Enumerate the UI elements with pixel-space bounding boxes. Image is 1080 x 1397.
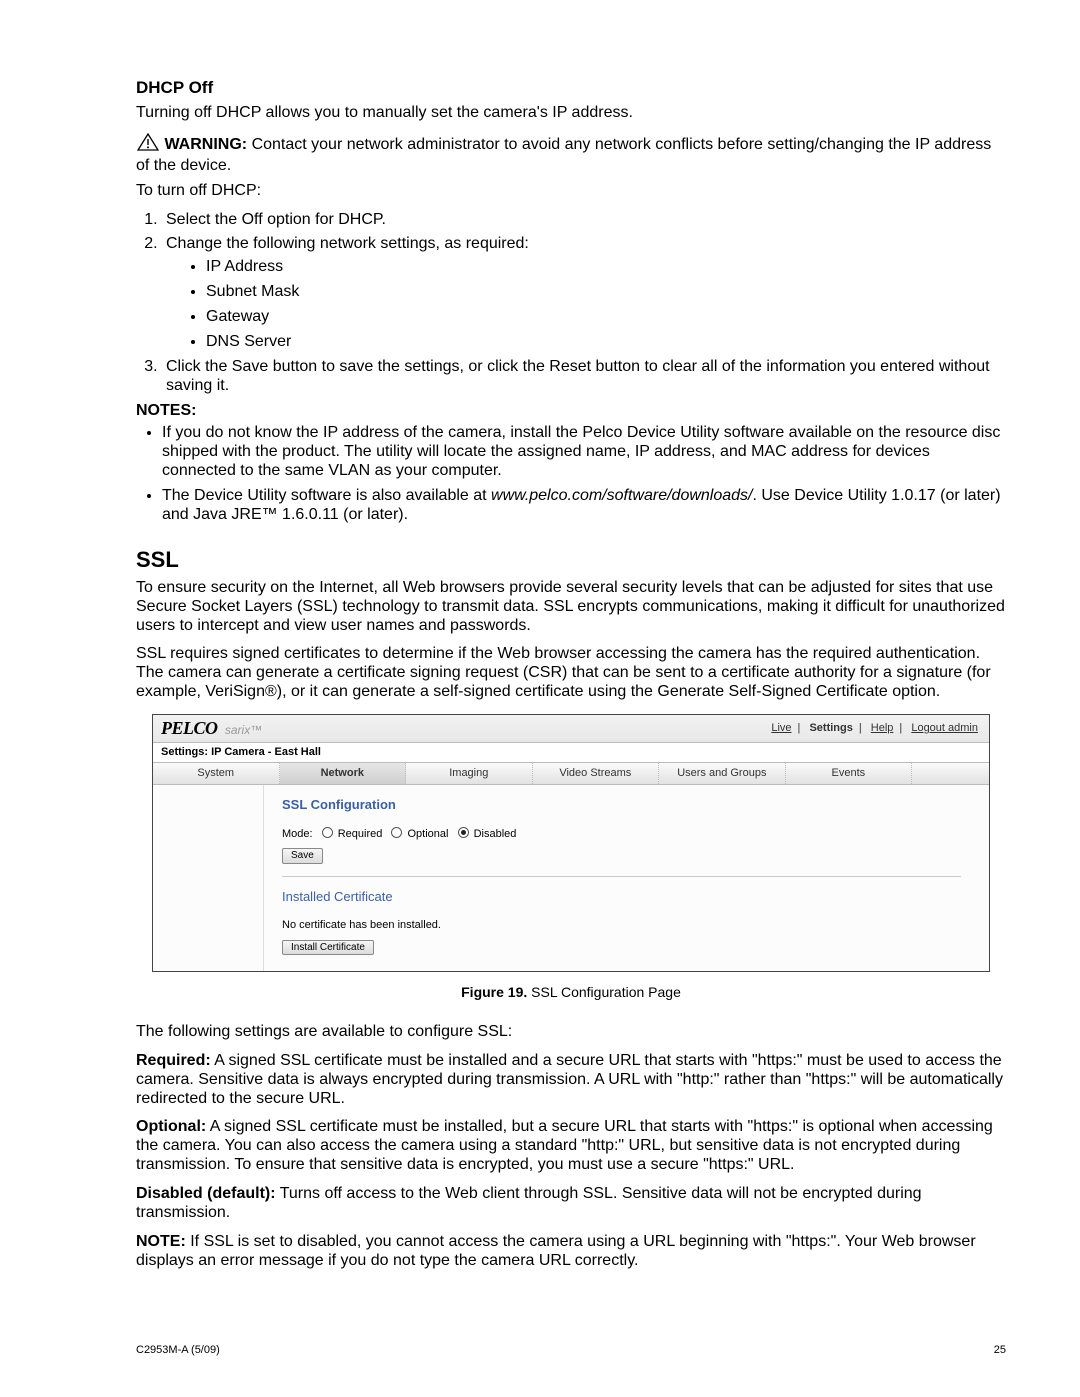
label-required: Required <box>338 828 383 840</box>
step-1: Select the Off option for DHCP. <box>162 211 1006 230</box>
step-2-dns: DNS Server <box>206 333 1006 352</box>
brand-pelco: PELCO <box>161 718 218 738</box>
step-2-subnet: Subnet Mask <box>206 283 1006 302</box>
ssl-p1: To ensure security on the Internet, all … <box>136 579 1006 636</box>
top-links: Live| Settings| Help| Logout admin <box>768 722 981 735</box>
setting-disabled: Disabled (default): Turns off access to … <box>136 1185 1006 1223</box>
warning-icon <box>136 133 160 157</box>
heading-dhcp-off: DHCP Off <box>136 78 1006 98</box>
heading-ssl: SSL <box>136 547 1006 573</box>
warning-label: WARNING: <box>164 136 247 153</box>
figure-title: SSL Configuration Page <box>527 984 681 1000</box>
footer-doc-id: C2953M-A (5/09) <box>136 1344 220 1357</box>
shot-divider <box>282 876 961 877</box>
shot-h-installed-cert: Installed Certificate <box>282 889 961 904</box>
link-help[interactable]: Help <box>871 722 894 734</box>
tab-events[interactable]: Events <box>786 763 913 784</box>
label-optional: Optional <box>407 828 448 840</box>
step-3: Click the Save button to save the settin… <box>162 358 1006 396</box>
shot-breadcrumb: Settings: IP Camera - East Hall <box>153 743 989 763</box>
note-2: The Device Utility software is also avai… <box>162 487 1006 525</box>
shot-sidebar <box>153 785 264 971</box>
no-cert-text: No certificate has been installed. <box>282 919 961 932</box>
optional-text: A signed SSL certificate must be install… <box>136 1118 993 1173</box>
settings-lead: The following settings are available to … <box>136 1023 1006 1042</box>
tab-users[interactable]: Users and Groups <box>659 763 786 784</box>
install-certificate-button[interactable]: Install Certificate <box>282 940 374 956</box>
footer-page-num: 25 <box>994 1344 1006 1357</box>
disabled-label: Disabled (default): <box>136 1185 276 1202</box>
radio-required[interactable] <box>322 827 333 838</box>
page-footer: C2953M-A (5/09) 25 <box>136 1344 1006 1357</box>
turn-off-lead: To turn off DHCP: <box>136 182 1006 201</box>
note-2-a: The Device Utility software is also avai… <box>162 487 491 504</box>
radio-disabled[interactable] <box>458 827 469 838</box>
label-disabled: Disabled <box>474 828 517 840</box>
tab-imaging[interactable]: Imaging <box>406 763 533 784</box>
shot-h-ssl-config: SSL Configuration <box>282 797 961 812</box>
ssl-note: NOTE: If SSL is set to disabled, you can… <box>136 1233 1006 1271</box>
shot-topbar: PELCO sarix™ Live| Settings| Help| Logou… <box>153 715 989 743</box>
tab-system[interactable]: System <box>153 763 280 784</box>
step-2-gateway: Gateway <box>206 308 1006 327</box>
setting-optional: Optional: A signed SSL certificate must … <box>136 1118 1006 1175</box>
figure-caption: Figure 19. SSL Configuration Page <box>136 984 1006 1001</box>
link-logout[interactable]: Logout admin <box>911 722 978 734</box>
step-2: Change the following network settings, a… <box>162 235 1006 351</box>
step-2-ip: IP Address <box>206 258 1006 277</box>
shot-body: SSL Configuration Mode: Required Optiona… <box>153 785 989 971</box>
brand-block: PELCO sarix™ <box>161 718 262 739</box>
ssl-note-label: NOTE: <box>136 1233 186 1250</box>
notes-label: NOTES: <box>136 402 1006 421</box>
mode-row: Mode: Required Optional Disabled <box>282 827 961 841</box>
ssl-p2: SSL requires signed certificates to dete… <box>136 645 1006 702</box>
figure-number: Figure 19. <box>461 984 527 1000</box>
link-settings[interactable]: Settings <box>809 722 852 734</box>
dhcp-intro: Turning off DHCP allows you to manually … <box>136 104 1006 123</box>
tab-spacer <box>912 763 989 784</box>
warning-text-body: Contact your network administrator to av… <box>136 136 991 174</box>
ssl-note-text: If SSL is set to disabled, you cannot ac… <box>136 1233 976 1269</box>
required-label: Required: <box>136 1052 211 1069</box>
dhcp-steps: Select the Off option for DHCP. Change t… <box>162 211 1006 396</box>
notes-list: If you do not know the IP address of the… <box>162 424 1006 524</box>
required-text: A signed SSL certificate must be install… <box>136 1052 1003 1107</box>
warning-row: WARNING: Contact your network administra… <box>136 133 1006 176</box>
note-2-link: www.pelco.com/software/downloads/ <box>491 487 752 504</box>
tab-video[interactable]: Video Streams <box>533 763 660 784</box>
shot-tabs: System Network Imaging Video Streams Use… <box>153 763 989 785</box>
shot-main: SSL Configuration Mode: Required Optiona… <box>264 785 989 971</box>
link-live[interactable]: Live <box>771 722 791 734</box>
radio-optional[interactable] <box>391 827 402 838</box>
note-1: If you do not know the IP address of the… <box>162 424 1006 481</box>
step-2-text: Change the following network settings, a… <box>166 235 529 252</box>
optional-label: Optional: <box>136 1118 206 1135</box>
save-button[interactable]: Save <box>282 848 323 864</box>
brand-sarix: sarix™ <box>225 723 262 737</box>
ssl-config-screenshot: PELCO sarix™ Live| Settings| Help| Logou… <box>152 714 990 972</box>
step-2-bullets: IP Address Subnet Mask Gateway DNS Serve… <box>206 258 1006 352</box>
mode-label: Mode: <box>282 828 313 840</box>
setting-required: Required: A signed SSL certificate must … <box>136 1052 1006 1109</box>
tab-network[interactable]: Network <box>280 763 407 784</box>
